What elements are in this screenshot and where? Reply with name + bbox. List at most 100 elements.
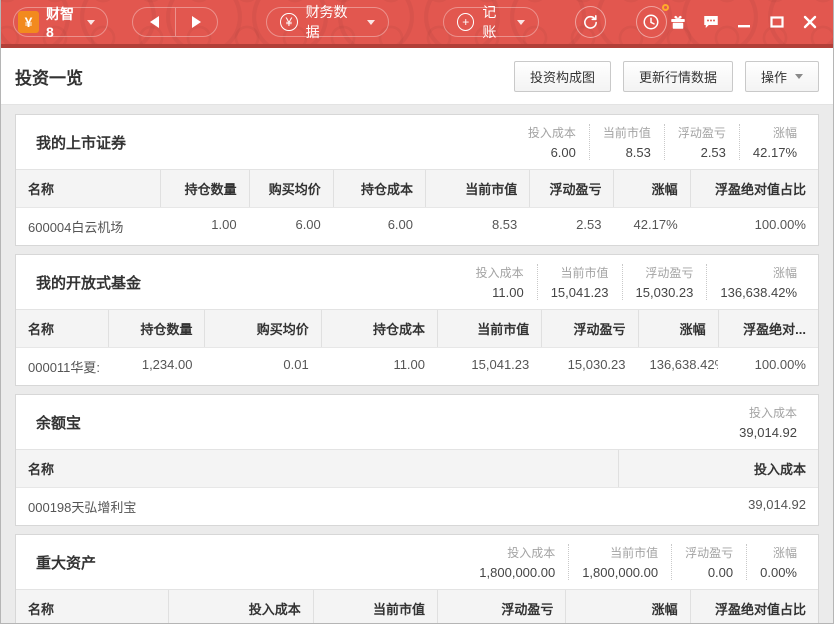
summary-stat: 投入成本 39,014.92	[726, 404, 810, 440]
column-header: 浮动盈亏	[437, 590, 565, 623]
column-header: 当前市值	[437, 310, 541, 347]
refresh-button[interactable]	[575, 6, 606, 38]
stat-value: 11.00	[476, 285, 524, 300]
table-body: 000198天弘增利宝39,014.92	[16, 488, 818, 525]
stat-label: 当前市值	[582, 544, 658, 561]
gift-button[interactable]	[667, 11, 689, 33]
column-header: 持仓数量	[160, 170, 248, 207]
maximize-button[interactable]	[766, 11, 788, 33]
section-summary: 投入成本 39,014.92	[726, 404, 810, 440]
app-menu[interactable]: ¥ 财智8	[13, 7, 108, 37]
table-row[interactable]: 600004白云机场1.006.006.008.532.5342.17%100.…	[16, 208, 818, 245]
table-cell: 6.00	[249, 208, 333, 245]
column-header: 持仓成本	[321, 310, 437, 347]
stat-label: 投入成本	[476, 264, 524, 281]
stat-value: 8.53	[603, 145, 651, 160]
actions-dropdown[interactable]: 操作	[745, 61, 819, 92]
table-cell: 0.01	[204, 348, 320, 385]
stat-value: 15,041.23	[551, 285, 609, 300]
column-header: 浮盈绝对值占比	[690, 590, 818, 623]
bookkeeping-menu[interactable]: + 记账	[443, 7, 539, 37]
table-header-row: 名称持仓数量购买均价持仓成本当前市值浮动盈亏涨幅浮盈绝对...	[16, 309, 818, 348]
column-header: 名称	[16, 310, 108, 347]
column-header: 购买均价	[204, 310, 320, 347]
stat-label: 当前市值	[551, 264, 609, 281]
bookkeeping-label: 记账	[482, 2, 509, 42]
stat-label: 浮动盈亏	[678, 124, 726, 141]
section-major-assets: 重大资产投入成本1,800,000.00当前市值1,800,000.00浮动盈亏…	[15, 534, 819, 623]
section-listed-securities: 我的上市证券投入成本6.00当前市值8.53浮动盈亏2.53涨幅42.17%名称…	[15, 114, 819, 246]
feedback-button[interactable]	[700, 11, 722, 33]
update-quotes-button[interactable]: 更新行情数据	[623, 61, 733, 92]
composition-chart-button[interactable]: 投资构成图	[514, 61, 611, 92]
chevron-down-icon	[367, 20, 375, 25]
stat-label: 浮动盈亏	[685, 544, 733, 561]
summary-stat: 投入成本 6.00	[515, 124, 589, 160]
forward-button[interactable]	[175, 8, 217, 36]
stat-label: 投入成本	[739, 404, 797, 421]
table-body: 000011华夏:1,234.000.0111.0015,041.2315,03…	[16, 348, 818, 385]
investment-overview: 我的上市证券投入成本6.00当前市值8.53浮动盈亏2.53涨幅42.17%名称…	[1, 105, 833, 623]
table-row[interactable]: 000198天弘增利宝39,014.92	[16, 488, 818, 525]
stat-value: 39,014.92	[739, 425, 797, 440]
table-cell: 1,234.00	[108, 348, 204, 385]
summary-stat: 投入成本 11.00	[463, 264, 537, 300]
page-actions: 投资构成图 更新行情数据 操作	[514, 61, 819, 92]
stat-label: 投入成本	[479, 544, 555, 561]
column-header: 持仓数量	[108, 310, 204, 347]
stat-value: 6.00	[528, 145, 576, 160]
section-summary: 投入成本11.00当前市值15,041.23浮动盈亏15,030.23涨幅136…	[463, 264, 810, 300]
stat-value: 0.00%	[760, 565, 797, 580]
stat-label: 当前市值	[603, 124, 651, 141]
section-summary: 投入成本 6.00 当前市值 8.53 浮动盈亏 2.53 涨幅42.17%	[515, 124, 810, 160]
stat-value: 42.17%	[753, 145, 797, 160]
table-cell: 42.17%	[613, 208, 689, 245]
table-header-row: 名称投入成本	[16, 449, 818, 488]
column-header: 当前市值	[425, 170, 529, 207]
yuan-circle-icon: ¥	[280, 13, 297, 31]
summary-stat: 涨幅42.17%	[739, 124, 810, 160]
chevron-down-icon	[517, 20, 525, 25]
column-header: 当前市值	[313, 590, 437, 623]
column-header: 名称	[16, 590, 168, 623]
minimize-button[interactable]	[733, 11, 755, 33]
stat-value: 2.53	[678, 145, 726, 160]
summary-stat: 浮动盈亏 15,030.23	[622, 264, 707, 300]
table-header-row: 名称持仓数量购买均价持仓成本当前市值浮动盈亏涨幅浮盈绝对值占比	[16, 169, 818, 208]
summary-stat: 浮动盈亏 0.00	[671, 544, 746, 580]
column-header: 浮盈绝对值占比	[690, 170, 818, 207]
section-yuebao: 余额宝投入成本39,014.92名称投入成本000198天弘增利宝39,014.…	[15, 394, 819, 526]
table-row[interactable]: 000011华夏:1,234.000.0111.0015,041.2315,03…	[16, 348, 818, 385]
column-header: 涨幅	[613, 170, 689, 207]
forward-icon	[192, 16, 201, 28]
back-button[interactable]	[133, 8, 175, 36]
minimize-icon	[737, 15, 751, 29]
table-cell: 11.00	[321, 348, 437, 385]
history-button[interactable]	[636, 6, 667, 38]
section-title: 重大资产	[36, 552, 96, 573]
titlebar: ¥ 财智8 ¥ 财务数据 + 记账	[1, 0, 833, 48]
table-cell: 15,041.23	[437, 348, 541, 385]
card-header: 我的上市证券投入成本6.00当前市值8.53浮动盈亏2.53涨幅42.17%	[16, 115, 818, 169]
finance-data-menu[interactable]: ¥ 财务数据	[266, 7, 389, 37]
summary-stat: 投入成本1,800,000.00	[466, 544, 568, 580]
stat-value: 0.00	[685, 565, 733, 580]
column-header: 持仓成本	[333, 170, 425, 207]
finance-data-label: 财务数据	[306, 2, 360, 42]
column-header: 涨幅	[638, 310, 718, 347]
app-logo-icon: ¥	[18, 11, 39, 33]
stat-label: 浮动盈亏	[636, 264, 694, 281]
table-header-row: 名称投入成本当前市值浮动盈亏涨幅浮盈绝对值占比	[16, 589, 818, 623]
stat-label: 投入成本	[528, 124, 576, 141]
page-header: 投资一览 投资构成图 更新行情数据 操作	[1, 48, 833, 105]
table-cell: 100.00%	[690, 208, 818, 245]
table-cell: 1.00	[160, 208, 248, 245]
maximize-icon	[770, 15, 784, 29]
summary-stat: 当前市值 8.53	[589, 124, 664, 160]
close-button[interactable]	[799, 11, 821, 33]
section-open-end-funds: 我的开放式基金投入成本11.00当前市值15,041.23浮动盈亏15,030.…	[15, 254, 819, 386]
back-icon	[150, 16, 159, 28]
stat-value: 15,030.23	[636, 285, 694, 300]
summary-stat: 当前市值 15,041.23	[537, 264, 622, 300]
stat-label: 涨幅	[720, 264, 797, 281]
